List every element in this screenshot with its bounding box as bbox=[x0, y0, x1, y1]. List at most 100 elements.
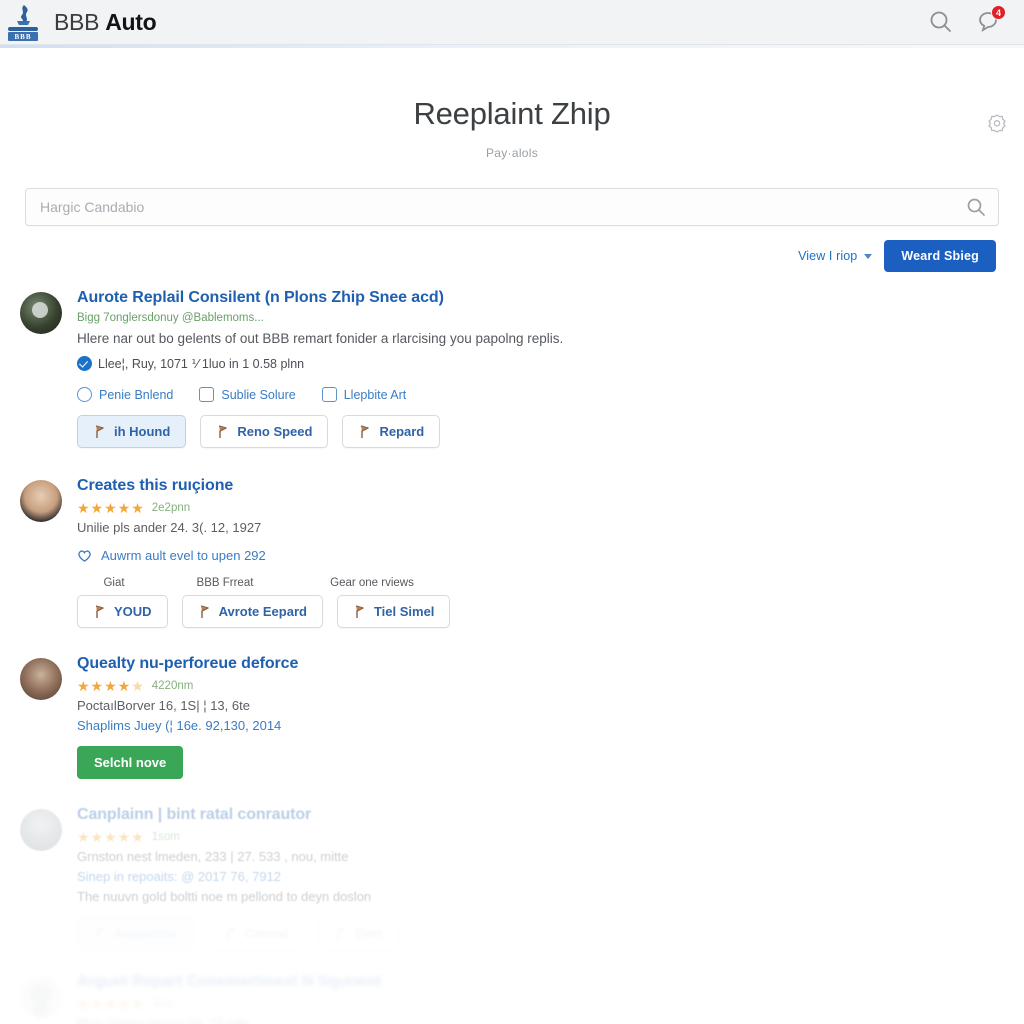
list-item[interactable]: Arguet Repart Conemertmest N Squnent ★★★… bbox=[0, 954, 1024, 1024]
page-content: Reeplaint Zhip Pay·alols View I riop Wea… bbox=[0, 48, 1024, 1024]
header-messages-button[interactable]: 4 bbox=[972, 5, 1006, 39]
review-action-button[interactable]: Reno Speed bbox=[200, 415, 329, 449]
view-dropdown-label: View I riop bbox=[798, 249, 858, 263]
rating-row: ★★★★★ 3om bbox=[77, 997, 999, 1011]
rating-row: ★★★★★ 1som bbox=[77, 830, 999, 844]
review-body: Creates this ruıçione ★★★★★ 2e2pnn Unili… bbox=[77, 476, 999, 629]
header-search-button[interactable] bbox=[924, 5, 958, 39]
review-link-line[interactable]: Shaplims Juey (¦ 16e. 92,130, 2014 bbox=[77, 718, 999, 733]
review-action-label: ih Hound bbox=[114, 424, 171, 440]
verified-check-icon bbox=[77, 356, 92, 372]
review-link[interactable]: Sublie Solure bbox=[199, 387, 296, 403]
rating-row: ★★★★★ 2e2pnn bbox=[77, 501, 999, 515]
smiley-icon bbox=[77, 387, 92, 403]
review-cta-button[interactable]: Selchl nove bbox=[77, 746, 184, 780]
search-input[interactable] bbox=[25, 188, 999, 226]
view-dropdown[interactable]: View I riop bbox=[798, 249, 873, 263]
avatar bbox=[20, 976, 62, 1019]
review-link[interactable]: Llepbite Art bbox=[321, 387, 407, 403]
review-action-label: Avrote Eepard bbox=[218, 604, 307, 620]
review-action-label: Reno Speed bbox=[237, 424, 313, 440]
review-action-button[interactable]: Tiel Simel bbox=[336, 595, 451, 629]
review-action-row: Auppetine Cennal Elen bbox=[77, 917, 999, 951]
logo-base bbox=[8, 27, 38, 31]
avatar bbox=[20, 809, 62, 852]
rating-row: ★★★★★ 4220nm bbox=[77, 679, 999, 693]
app-title: BBB Auto bbox=[54, 8, 157, 36]
list-item[interactable]: Quealty nu-perforeue deforce ★★★★★ 4220n… bbox=[0, 632, 1024, 783]
review-title[interactable]: Creates this ruıçione bbox=[77, 476, 999, 496]
review-link-line[interactable]: Sinep in repoaits: @ 2017 76, 7912 bbox=[77, 869, 999, 884]
star-rating: ★★★★★ bbox=[77, 996, 145, 1013]
review-action-label: Elen bbox=[355, 926, 382, 941]
review-action-row: ih Hound Reno Speed Repard bbox=[77, 415, 999, 449]
star-rating: ★★★★★ bbox=[77, 678, 145, 695]
rating-note: 3om bbox=[151, 998, 175, 1011]
review-action-label: YOUD bbox=[114, 604, 152, 620]
review-action-row: YOUD Avrote Eepard Tiel Simel bbox=[77, 595, 999, 629]
messages-badge: 4 bbox=[991, 5, 1006, 20]
review-link[interactable]: Penie Bnlend bbox=[77, 387, 174, 403]
rating-note: 1som bbox=[151, 831, 180, 844]
review-extra-text: The nuuvn gold boltti noe m pellond to d… bbox=[77, 889, 372, 905]
flag-icon bbox=[95, 425, 104, 438]
review-action-button[interactable]: YOUD bbox=[77, 595, 168, 629]
app-title-bold: Auto bbox=[105, 8, 157, 35]
gear-outline-icon bbox=[988, 114, 1006, 133]
review-like-row[interactable]: Auwrm ault evel to upen 292 bbox=[77, 548, 999, 563]
app-title-light: BBB bbox=[54, 8, 100, 35]
review-column-labels: Giat BBB Frreat Gear one rviews bbox=[77, 577, 999, 589]
review-title[interactable]: Aurote Replail Consilent (n Plons Zhip S… bbox=[77, 288, 999, 308]
page-subtitle: Pay·alols bbox=[485, 146, 539, 160]
torch-flame-icon bbox=[17, 5, 30, 25]
avatar bbox=[20, 480, 62, 523]
review-action-button[interactable]: Cennal bbox=[207, 917, 304, 951]
review-title[interactable]: Canplainn | bint ratal conrautor bbox=[77, 805, 999, 825]
review-title[interactable]: Arguet Repart Conemertmest N Squnent bbox=[77, 972, 999, 992]
search-icon bbox=[967, 198, 985, 216]
column-label: Giat bbox=[103, 577, 125, 590]
list-item[interactable]: Creates this ruıçione ★★★★★ 2e2pnn Unili… bbox=[0, 452, 1024, 632]
review-title[interactable]: Quealty nu-perforeue deforce bbox=[77, 654, 999, 674]
write-review-button[interactable]: Weard Sbieg bbox=[884, 240, 996, 272]
review-action-button[interactable]: ih Hound bbox=[77, 415, 187, 449]
rating-note: 2e2pnn bbox=[151, 502, 191, 515]
review-action-label: Repard bbox=[379, 424, 425, 440]
heart-icon bbox=[78, 550, 91, 563]
page-settings-button[interactable] bbox=[984, 110, 1010, 136]
flag-icon bbox=[95, 605, 104, 618]
review-action-button[interactable]: Elen bbox=[317, 917, 399, 951]
review-handle: Bigg 7onglersdonuy @Bablemoms... bbox=[77, 312, 264, 324]
review-subtext: Unilie pls ander 24. 3(. 12, 1927 bbox=[77, 520, 262, 536]
header-brand-group: BBB BBB Auto bbox=[6, 3, 157, 41]
logo-letters: BBB bbox=[8, 32, 38, 41]
image-icon bbox=[321, 387, 337, 403]
review-body: Quealty nu-perforeue deforce ★★★★★ 4220n… bbox=[77, 654, 999, 780]
flag-icon bbox=[200, 605, 209, 618]
header-actions: 4 bbox=[924, 5, 1006, 39]
avatar bbox=[20, 292, 62, 334]
list-item[interactable]: Canplainn | bint ratal conrautor ★★★★★ 1… bbox=[0, 783, 1024, 954]
search-section bbox=[25, 188, 999, 226]
review-subtext: Pion Sqrem nkuon 23, 73 pda bbox=[77, 1016, 250, 1024]
avatar bbox=[20, 658, 62, 701]
list-item[interactable]: Aurote Replail Consilent (n Plons Zhip S… bbox=[0, 278, 1024, 452]
star-rating: ★★★★★ bbox=[77, 500, 145, 517]
star-rating: ★★★★★ bbox=[77, 829, 145, 846]
review-link-label: Penie Bnlend bbox=[99, 387, 174, 402]
list-toolbar: View I riop Weard Sbieg bbox=[0, 226, 1024, 272]
note-icon bbox=[199, 387, 215, 403]
flag-icon bbox=[95, 927, 104, 940]
flag-icon bbox=[336, 927, 345, 940]
review-action-button[interactable]: Avrote Eepard bbox=[181, 595, 323, 629]
review-link-label: Llepbite Art bbox=[343, 387, 407, 402]
review-action-button[interactable]: Repard bbox=[342, 415, 441, 449]
flag-icon bbox=[361, 425, 370, 438]
review-text: Hlere nar out bo gelents of out BBB rema… bbox=[77, 331, 564, 346]
review-action-label: Cennal bbox=[245, 926, 288, 941]
rating-note: 4220nm bbox=[151, 680, 194, 693]
review-action-button[interactable]: Auppetine bbox=[77, 917, 194, 951]
search-submit-button[interactable] bbox=[965, 196, 987, 218]
review-list: Aurote Replail Consilent (n Plons Zhip S… bbox=[0, 272, 1024, 1024]
app-header: BBB BBB Auto 4 bbox=[0, 0, 1024, 45]
